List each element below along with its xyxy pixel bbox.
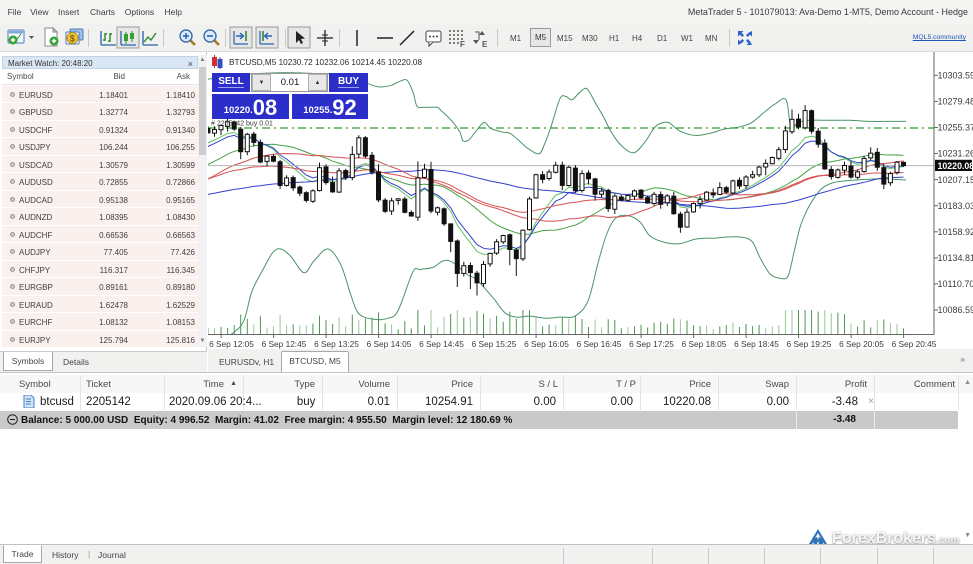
svg-text:6 Sep 18:05: 6 Sep 18:05: [682, 339, 727, 349]
svg-text:# 2205142 buy 0.01: # 2205142 buy 0.01: [211, 121, 273, 128]
svg-text:6 Sep 15:25: 6 Sep 15:25: [472, 339, 517, 349]
svg-text:F: F: [460, 40, 465, 49]
svg-text:6 Sep 20:45: 6 Sep 20:45: [892, 339, 937, 349]
svg-text:6 Sep 13:25: 6 Sep 13:25: [314, 339, 359, 349]
svg-text:10158.92: 10158.92: [938, 227, 973, 237]
svg-text:6 Sep 14:05: 6 Sep 14:05: [367, 339, 412, 349]
svg-text:E: E: [482, 40, 488, 49]
svg-text:$: $: [70, 33, 75, 43]
svg-text:BTCUSD,M5 10230.72 10232.06 1: BTCUSD,M5 10230.72 10232.06 10214.45 102…: [229, 58, 422, 67]
svg-text:6 Sep 12:45: 6 Sep 12:45: [262, 339, 307, 349]
svg-text:6 Sep 16:05: 6 Sep 16:05: [524, 339, 569, 349]
svg-text:6 Sep 14:45: 6 Sep 14:45: [419, 339, 464, 349]
svg-text:10086.59: 10086.59: [938, 305, 973, 315]
svg-text:10303.59: 10303.59: [938, 71, 973, 81]
svg-text:10231.26: 10231.26: [938, 149, 973, 159]
svg-text:10207.15: 10207.15: [938, 175, 973, 185]
svg-text:6 Sep 12:05: 6 Sep 12:05: [209, 339, 254, 349]
svg-text:6 Sep 17:25: 6 Sep 17:25: [629, 339, 674, 349]
svg-text:10134.81: 10134.81: [938, 253, 973, 263]
svg-text:10220.08: 10220.08: [938, 161, 973, 171]
svg-text:6 Sep 19:25: 6 Sep 19:25: [787, 339, 832, 349]
svg-text:6 Sep 16:45: 6 Sep 16:45: [577, 339, 622, 349]
svg-text:10279.48: 10279.48: [938, 97, 973, 107]
svg-text:10183.03: 10183.03: [938, 201, 973, 211]
svg-text:10255.37: 10255.37: [938, 123, 973, 133]
svg-text:6 Sep 20:05: 6 Sep 20:05: [839, 339, 884, 349]
svg-text:6 Sep 18:45: 6 Sep 18:45: [734, 339, 779, 349]
svg-text:10110.70: 10110.70: [938, 279, 973, 289]
